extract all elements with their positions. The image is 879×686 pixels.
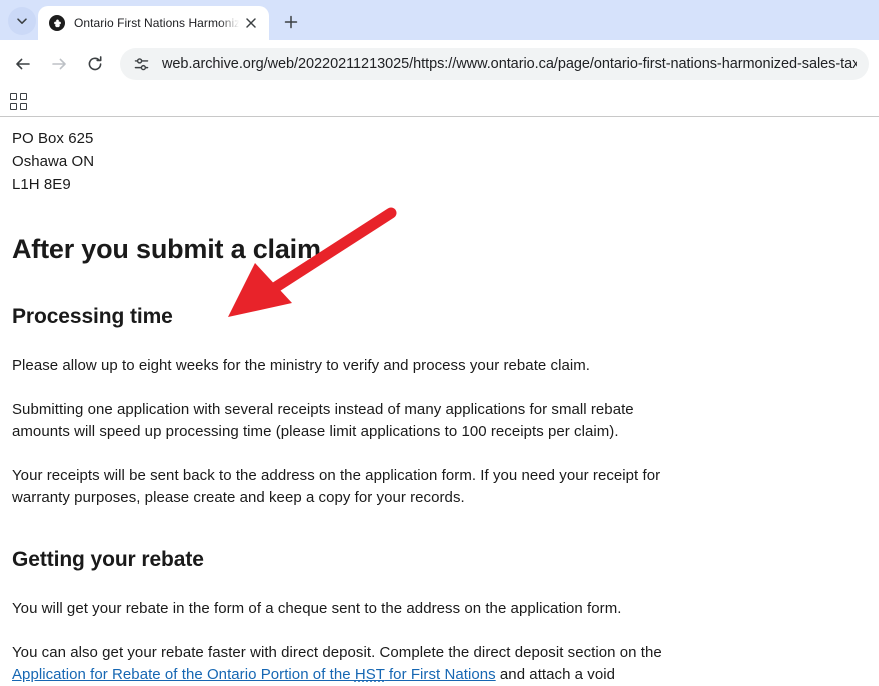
tab-search-chevron-button[interactable] [8,7,36,35]
reload-button[interactable] [80,49,110,79]
tune-icon[interactable] [130,53,152,75]
link-text-part-1: Application for Rebate of the Ontario Po… [12,666,355,683]
back-button[interactable] [8,49,38,79]
paragraph-direct-deposit: You can also get your rebate faster with… [12,642,672,686]
url-text[interactable]: web.archive.org/web/20220211213025/https… [162,54,857,74]
apps-grid-icon[interactable] [10,93,28,111]
paragraph-processing-3: Your receipts will be sent back to the a… [12,467,661,506]
heading-after-you-submit-a-claim: After you submit a claim [12,234,321,264]
browser-window: Ontario First Nations Harmoniz web.archi… [0,0,879,686]
address-line-2: Oshawa ON [12,153,95,170]
forward-arrow-icon [52,58,66,70]
reload-icon [88,56,102,71]
browser-toolbar: web.archive.org/web/20220211213025/https… [0,40,879,88]
address-line-1: PO Box 625 [12,130,94,147]
ontario-trillium-favicon [49,15,65,31]
apps-grid-cell [20,103,27,110]
bookmarks-bar [0,88,879,116]
new-tab-button[interactable] [277,8,305,36]
address-bar[interactable]: web.archive.org/web/20220211213025/https… [120,48,869,80]
site-settings-sliders-icon [134,57,148,70]
back-arrow-icon [16,58,30,70]
forward-button [44,49,74,79]
paragraph-processing-1: Please allow up to eight weeks for the m… [12,357,590,374]
close-icon [246,18,256,28]
page-content: PO Box 625 Oshawa ON L1H 8E9 After you s… [0,117,879,686]
apps-grid-cell [10,93,17,100]
paragraph-processing-2: Submitting one application with several … [12,401,634,440]
heading-getting-your-rebate: Getting your rebate [12,548,204,571]
direct-deposit-text-before: You can also get your rebate faster with… [12,644,662,661]
hst-abbreviation: HST [354,666,385,683]
tab-title: Ontario First Nations Harmoniz [74,16,239,30]
tab-close-button[interactable] [241,13,261,33]
apps-grid-cell [20,93,27,100]
chevron-down-icon [17,18,27,24]
address-line-3: L1H 8E9 [12,176,71,193]
trillium-icon [53,18,61,27]
tab-strip: Ontario First Nations Harmoniz [0,0,879,40]
paragraph-cheque: You will get your rebate in the form of … [12,600,622,617]
plus-icon [284,15,298,29]
browser-tab-active[interactable]: Ontario First Nations Harmoniz [38,6,269,40]
hst-rebate-application-link[interactable]: Application for Rebate of the Ontario Po… [12,666,496,683]
apps-grid-cell [10,103,17,110]
link-text-part-2: for First Nations [384,666,496,683]
heading-processing-time: Processing time [12,305,173,328]
